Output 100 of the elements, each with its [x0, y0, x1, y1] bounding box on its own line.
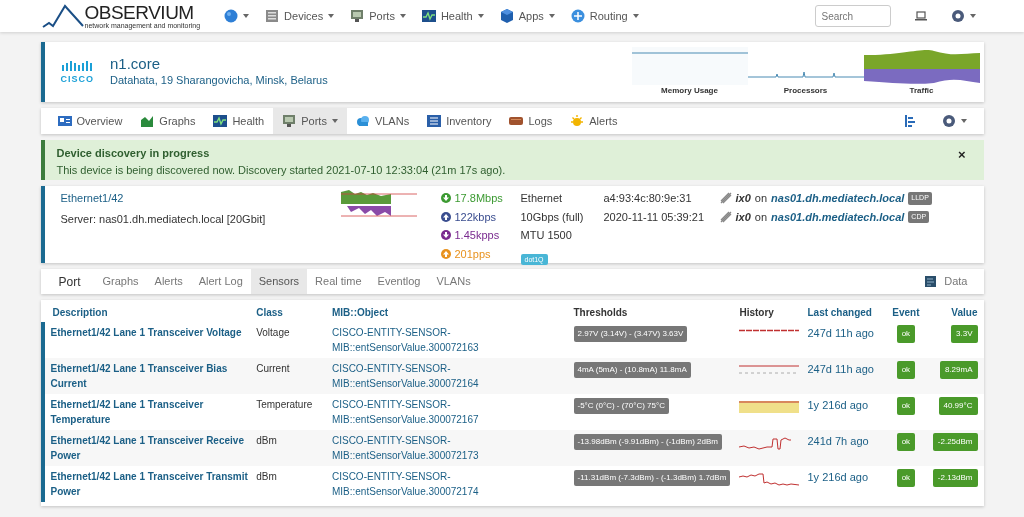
port-tab[interactable]: Port	[40, 269, 95, 294]
traffic-graph[interactable]	[863, 47, 980, 85]
search-field[interactable]: Search	[814, 5, 891, 27]
traffic-graph[interactable]	[340, 190, 417, 220]
detail-tab[interactable]: VLANs	[428, 269, 479, 294]
id-card-icon	[57, 114, 72, 128]
rate-text: 17.8Mbps	[454, 191, 503, 206]
close-button[interactable]: ×	[951, 145, 972, 165]
up-arrow-icon	[440, 211, 451, 222]
sensor-class: dBm	[256, 471, 277, 482]
logo-text: OBSERVIUM	[84, 3, 195, 22]
logo-mark-icon	[40, 3, 85, 29]
alert-title: Device discovery in progress	[56, 146, 211, 161]
graph-label: Processors	[782, 85, 829, 97]
port-detail: a4:93:4c:80:9e:31	[603, 191, 693, 206]
device-tab[interactable]: VLANs	[346, 108, 419, 134]
menu-item[interactable]: Ports	[342, 0, 414, 32]
menu-item[interactable]: Apps	[491, 0, 563, 32]
threshold-label: -5°C (0°C) - (70°C) 75°C	[573, 398, 669, 414]
column-header[interactable]: Event	[882, 300, 929, 322]
server-icon	[265, 9, 280, 23]
device-tab[interactable]: Logs	[500, 108, 562, 134]
threshold-label: -11.31dBm (-7.3dBm) - (-1.3dBm) 1.7dBm	[573, 470, 731, 486]
column-header[interactable]: Description	[42, 300, 253, 322]
threshold-label: 2.97V (3.14V) - (3.47V) 3.63V	[573, 326, 688, 342]
threshold-label: -13.98dBm (-9.91dBm) - (-1dBm) 2dBm	[573, 434, 722, 450]
log-icon	[509, 114, 524, 128]
sensor-value: 8.29mA	[939, 361, 978, 379]
column-header: Thresholds	[572, 306, 629, 320]
menu-item[interactable]: Routing	[562, 0, 647, 32]
port-name[interactable]: Ethernet1/42	[60, 190, 341, 207]
threshold-label: 4mA (5mA) - (10.8mA) 11.8mA	[573, 362, 691, 378]
mib-link[interactable]: CISCO-ENTITY-SENSOR- MIB::entSensorValue.300072167	[331, 397, 479, 427]
column-header[interactable]: Last changed	[803, 300, 883, 322]
detail-tab[interactable]: Alert Log	[190, 269, 251, 294]
neighbour-link[interactable]: nas01.dh.mediatech.local	[771, 190, 905, 207]
pulse-chart-icon	[213, 114, 228, 128]
menu-item[interactable]: Health	[413, 0, 492, 32]
last-changed-text: 1y 216d ago	[807, 471, 869, 483]
detail-tab[interactable]: Real time	[307, 269, 370, 294]
sensor-class: Current	[256, 363, 290, 374]
sparkline-graph	[739, 401, 800, 413]
last-changed-text: 1y 216d ago	[807, 399, 869, 411]
alert-sun-icon	[570, 114, 585, 128]
device-tab[interactable]: Health	[204, 108, 274, 134]
device-tab[interactable]: Ports	[273, 108, 347, 134]
sensor-class: Voltage	[256, 327, 290, 338]
sparkline-graph	[739, 365, 800, 374]
graph-label: Memory Usage	[660, 85, 719, 97]
laptop-icon	[914, 11, 927, 21]
last-changed-text: 247d 11h ago	[807, 363, 874, 375]
cloud-icon	[355, 114, 370, 128]
column-header: History	[738, 306, 775, 320]
down-arrow-icon	[440, 193, 451, 204]
column-header[interactable]: Value	[928, 300, 984, 322]
sensor-value: 40.99°C	[938, 397, 978, 415]
mib-link[interactable]: CISCO-ENTITY-SENSOR- MIB::entSensorValue.300072163	[331, 325, 479, 355]
sensor-class: Temperature	[256, 399, 313, 410]
sparkline-graph	[739, 437, 792, 450]
sensor-value: -2.25dBm	[932, 433, 978, 451]
column-header[interactable]: MIB::Object	[327, 300, 570, 322]
last-changed-text: 247d 11h ago	[807, 327, 874, 339]
port-detail: MTU 1500	[520, 228, 573, 243]
pulse-chart-icon	[421, 9, 436, 23]
port-detail: 2020-11-11 05:39:21	[603, 209, 705, 225]
neighbour-interface: ix0	[735, 191, 751, 206]
monitor-icon	[282, 114, 297, 128]
event-status: ok	[896, 325, 916, 343]
detail-tab[interactable]: Eventlog	[369, 269, 429, 294]
cube-icon	[499, 9, 514, 23]
rate-text: 201pps	[454, 246, 491, 262]
sparkline-graph	[739, 329, 800, 332]
sensor-link[interactable]: Ethernet1/42 Lane 1 Transceiver Voltage	[50, 325, 249, 340]
data-icon	[925, 276, 937, 287]
list-icon	[427, 114, 442, 128]
device-tab[interactable]: Graphs	[131, 108, 205, 134]
device-tab[interactable]: Alerts	[561, 108, 627, 134]
neighbour-joiner: on	[754, 191, 768, 206]
device-location: Datahata, 19 Sharangovicha, Minsk, Belarus	[110, 73, 329, 88]
detail-tab[interactable]: Sensors	[250, 269, 308, 294]
mib-link[interactable]: CISCO-ENTITY-SENSOR- MIB::entSensorValue.300072174	[331, 469, 479, 499]
sensor-value: -2.13dBm	[932, 469, 978, 487]
port-description: Server: nas01.dh.mediatech.local [20Gbit]	[60, 211, 267, 227]
down-arrow-icon	[440, 230, 451, 241]
data-button[interactable]: Data	[917, 269, 976, 294]
device-tab[interactable]: Overview	[48, 108, 132, 134]
device-tab[interactable]: Inventory	[418, 108, 501, 134]
sensor-link[interactable]: Ethernet1/42 Lane 1 Transceiver Transmit Power	[50, 469, 249, 499]
sparkline-graph	[739, 473, 800, 486]
column-header[interactable]: Class	[252, 300, 328, 322]
detail-tab[interactable]: Graphs	[94, 269, 147, 294]
sensor-link[interactable]: Ethernet1/42 Lane 1 Transceiver Temperature	[50, 397, 249, 427]
neighbour-joiner: on	[754, 209, 768, 225]
alert-message: This device is being discovered now. Discovery started 2021-07-10 12:33:04 (21m 17s ago).	[56, 162, 507, 178]
detail-tab[interactable]: Alerts	[146, 269, 191, 294]
menu-item[interactable]: Devices	[257, 0, 343, 32]
neighbour-link[interactable]: nas01.dh.mediatech.local	[771, 208, 905, 225]
bars-icon	[903, 115, 916, 127]
event-status: ok	[896, 361, 916, 379]
device-name[interactable]: n1.core	[110, 55, 632, 72]
